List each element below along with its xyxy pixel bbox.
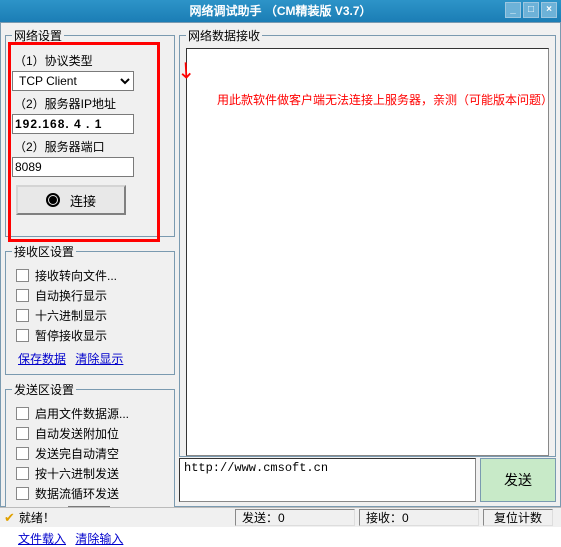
client-area: 网络设置 （1）协议类型 TCP Client （2）服务器IP地址 （2）服务…	[0, 22, 561, 507]
send-settings-legend: 发送区设置	[12, 381, 76, 398]
connect-button-label: 连接	[70, 191, 96, 210]
network-settings-group: 网络设置 （1）协议类型 TCP Client （2）服务器IP地址 （2）服务…	[5, 27, 175, 237]
connect-status-icon	[46, 193, 60, 207]
checkbox[interactable]	[16, 289, 29, 302]
checkbox[interactable]	[16, 427, 29, 440]
annotation-text: 用此款软件做客户端无法连接上服务器，亲测（可能版本问题）	[217, 91, 548, 108]
status-recv: 接收：0	[359, 509, 479, 526]
load-file-link[interactable]: 文件载入	[18, 532, 66, 546]
ready-icon: ✔	[4, 510, 15, 526]
send-textarea[interactable]	[179, 458, 476, 502]
minimize-button[interactable]: _	[505, 2, 521, 18]
save-data-link[interactable]: 保存数据	[18, 352, 66, 366]
connect-button[interactable]: 连接	[16, 185, 126, 215]
clear-display-link[interactable]: 清除显示	[75, 352, 123, 366]
checkbox-label: 自动发送附加位	[35, 425, 119, 442]
checkbox[interactable]	[16, 309, 29, 322]
close-button[interactable]: ×	[541, 2, 557, 18]
checkbox[interactable]	[16, 269, 29, 282]
protocol-select[interactable]: TCP Client	[12, 71, 134, 91]
checkbox[interactable]	[16, 447, 29, 460]
checkbox-label: 十六进制显示	[35, 307, 107, 324]
title-bar: 网络调试助手 （CM精装版 V3.7） _ □ ×	[0, 0, 561, 22]
window-title: 网络调试助手 （CM精装版 V3.7）	[189, 4, 371, 18]
maximize-button[interactable]: □	[523, 2, 539, 18]
status-ready: 就绪！	[19, 509, 55, 526]
checkbox[interactable]	[16, 407, 29, 420]
status-sent: 发送：0	[235, 509, 355, 526]
checkbox-label: 发送完自动清空	[35, 445, 119, 462]
receive-settings-group: 接收区设置 接收转向文件... 自动换行显示 十六进制显示 暂停接收显示 保存数…	[5, 243, 175, 375]
protocol-label: （1）协议类型	[14, 52, 168, 69]
send-button[interactable]: 发送	[480, 458, 556, 502]
checkbox-label: 按十六进制发送	[35, 465, 119, 482]
checkbox-label: 启用文件数据源...	[35, 405, 129, 422]
receive-textarea[interactable]: ↘ 用此款软件做客户端无法连接上服务器，亲测（可能版本问题）	[186, 48, 549, 456]
status-bar: ✔ 就绪！ 发送：0 接收：0 复位计数	[0, 507, 561, 527]
clear-input-link[interactable]: 清除输入	[75, 532, 123, 546]
server-port-label: （2）服务器端口	[14, 138, 168, 155]
server-ip-label: （2）服务器IP地址	[14, 95, 168, 112]
checkbox-label: 数据流循环发送	[35, 485, 119, 502]
data-receive-group: 网络数据接收 ↘ 用此款软件做客户端无法连接上服务器，亲测（可能版本问题）	[179, 27, 556, 457]
server-port-input[interactable]	[12, 157, 134, 177]
receive-settings-legend: 接收区设置	[12, 243, 76, 260]
network-settings-legend: 网络设置	[12, 27, 64, 44]
reset-count-button[interactable]: 复位计数	[483, 509, 553, 526]
checkbox-label: 暂停接收显示	[35, 327, 107, 344]
checkbox-label: 自动换行显示	[35, 287, 107, 304]
checkbox-label: 接收转向文件...	[35, 267, 117, 284]
server-ip-input[interactable]	[12, 114, 134, 134]
annotation-arrow-icon: ↘	[171, 54, 202, 86]
checkbox[interactable]	[16, 329, 29, 342]
checkbox[interactable]	[16, 487, 29, 500]
checkbox[interactable]	[16, 467, 29, 480]
send-settings-group: 发送区设置 启用文件数据源... 自动发送附加位 发送完自动清空 按十六进制发送…	[5, 381, 175, 509]
data-receive-legend: 网络数据接收	[186, 27, 262, 44]
